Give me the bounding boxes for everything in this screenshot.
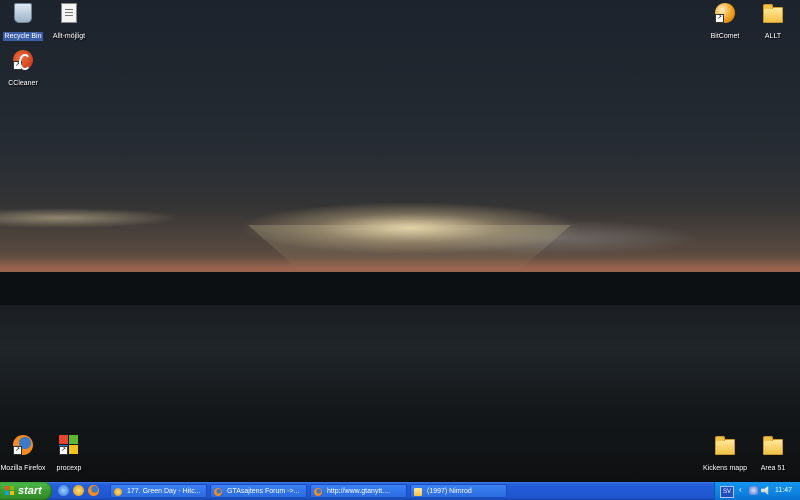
windows-flag-icon (5, 486, 15, 496)
taskbar-button-gtanytt[interactable]: http://www.gtanytt.... (310, 484, 407, 498)
desktop-icon-allt-mojligt[interactable]: Allt-möjligt (37, 3, 101, 43)
desktop-icon-label: Area 51 (760, 465, 786, 472)
wallpaper-water (0, 305, 800, 482)
shortcut-arrow-icon: ↗ (13, 61, 22, 70)
desktop-icon-label: Allt-möjligt (52, 33, 86, 40)
procexp-icon: ↗ (59, 435, 79, 455)
taskbar-button-nimrod-folder[interactable]: (1997) Nimrod (410, 484, 507, 498)
start-button[interactable]: start (0, 482, 52, 500)
taskbar-button-gtasajtens-forum[interactable]: GTAsajtens Forum ->... (210, 484, 307, 498)
shortcut-arrow-icon: ↗ (59, 446, 68, 455)
desktop-icon-allt[interactable]: ALLT (741, 3, 800, 43)
firefox-icon (314, 488, 322, 496)
taskbar-button-winamp[interactable]: 177. Green Day - Hitc... (110, 484, 207, 498)
shortcut-arrow-icon: ↗ (13, 446, 22, 455)
volume-icon[interactable] (761, 486, 769, 495)
winamp-icon[interactable] (73, 485, 84, 496)
start-label: start (18, 485, 42, 497)
taskbar-button-label: GTAsajtens Forum ->... (227, 488, 300, 495)
taskbar-button-label: 177. Green Day - Hitc... (127, 488, 201, 495)
folder-icon (763, 436, 783, 455)
clock[interactable]: 11:47 (775, 482, 792, 500)
firefox-icon: ↗ (13, 435, 33, 455)
shortcut-arrow-icon: ↗ (715, 14, 724, 23)
desktop-icon-label: CCleaner (8, 80, 38, 87)
firefox-icon (214, 488, 222, 496)
taskbar-button-label: http://www.gtanytt.... (327, 488, 391, 495)
folder-icon (414, 488, 422, 496)
desktop-icon-ccleaner[interactable]: ↗ CCleaner (0, 50, 55, 90)
firefox-icon[interactable] (88, 485, 99, 496)
bitcomet-icon: ↗ (715, 3, 735, 23)
desktop-icon-label: BitComet (710, 33, 740, 40)
folder-icon (715, 436, 735, 455)
system-tray: SV ‹ 11:47 (714, 482, 800, 500)
ccleaner-icon: ↗ (13, 50, 33, 70)
quick-launch-bar (58, 484, 99, 498)
tray-expand-icon[interactable]: ‹ (739, 485, 742, 494)
taskbar-button-label: (1997) Nimrod (427, 488, 472, 495)
desktop-wallpaper (0, 0, 800, 482)
show-desktop-icon[interactable] (58, 485, 69, 496)
desktop-icon-procexp[interactable]: ↗ procexp (37, 435, 101, 475)
recycle-bin-icon (14, 3, 32, 23)
document-icon (61, 3, 77, 23)
folder-icon (763, 4, 783, 23)
taskbar: start 177. Green Day - Hitc... GTAsajten… (0, 482, 800, 500)
language-indicator[interactable]: SV (720, 486, 734, 498)
desktop-icon-label: procexp (56, 465, 82, 472)
desktop-icon-area-51[interactable]: Area 51 (741, 435, 800, 475)
desktop-icon-label: ALLT (764, 33, 782, 40)
winamp-icon (114, 488, 122, 496)
network-icon[interactable] (749, 486, 758, 495)
